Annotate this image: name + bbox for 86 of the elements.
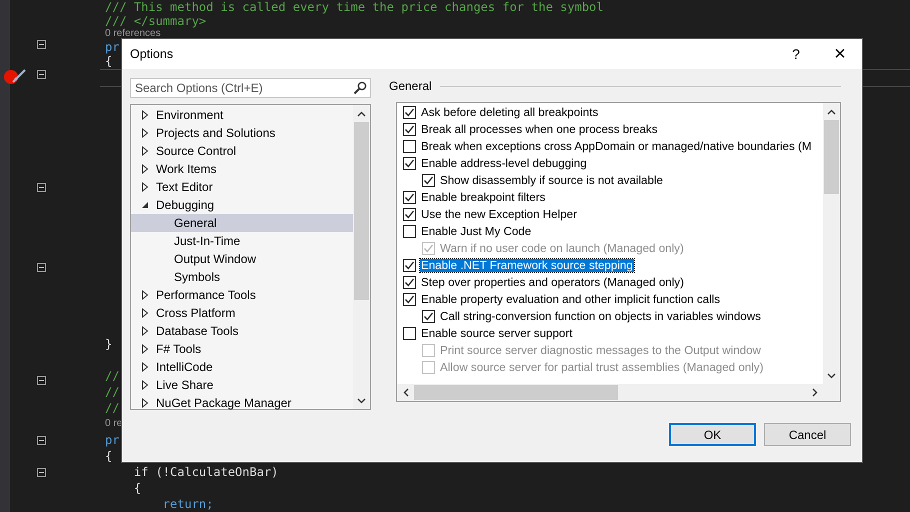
collapse-icon[interactable] (37, 40, 46, 49)
expanded-arrow-icon[interactable] (141, 200, 149, 210)
code-line: // (105, 384, 120, 400)
scroll-up-icon[interactable] (827, 108, 836, 114)
tree-item[interactable]: F# Tools (131, 340, 353, 358)
tree-item[interactable]: Source Control (131, 142, 353, 160)
option-label[interactable]: Step over properties and operators (Managed only) (420, 276, 685, 289)
option-label[interactable]: Break when exceptions cross AppDomain or managed/native boundaries (M (420, 140, 813, 153)
checkbox[interactable] (403, 293, 416, 306)
checkbox[interactable] (403, 191, 416, 204)
option-label[interactable]: Call string-conversion function on objects in variables windows (439, 310, 762, 323)
checkbox[interactable] (403, 276, 416, 289)
option-label[interactable]: Break all processes when one process breaks (420, 123, 659, 136)
checkbox[interactable] (403, 140, 416, 153)
code-line: pr (105, 40, 120, 54)
tree-item[interactable]: Output Window (131, 250, 353, 268)
option-label[interactable]: Enable address-level debugging (420, 157, 588, 170)
option-label[interactable]: Enable source server support (420, 327, 574, 340)
code-line: // (105, 400, 120, 416)
collapse-icon[interactable] (37, 183, 46, 192)
option-label[interactable]: Ask before deleting all breakpoints (420, 106, 600, 119)
tree-item[interactable]: Environment (131, 106, 353, 124)
tree-item[interactable]: General (131, 214, 353, 232)
collapse-icon[interactable] (37, 436, 46, 445)
scrollbar-thumb[interactable] (414, 385, 618, 400)
ok-button[interactable]: OK (669, 423, 756, 446)
code-line: 0 references (105, 28, 161, 40)
checkbox[interactable] (403, 157, 416, 170)
code-line: { (132, 480, 142, 496)
option-label[interactable]: Enable Just My Code (420, 225, 532, 238)
option-label[interactable]: Enable property evaluation and other implicit function calls (420, 293, 722, 306)
tree-item[interactable]: Just-In-Time (131, 232, 353, 250)
checkbox[interactable] (403, 225, 416, 238)
collapse-icon[interactable] (37, 468, 46, 477)
option-label[interactable]: Use the new Exception Helper (420, 208, 578, 221)
option-label[interactable]: Show disassembly if source is not available (439, 174, 664, 187)
tree-item[interactable]: IntelliCode (131, 358, 353, 376)
scrollbar[interactable] (397, 384, 840, 401)
code-line: return; (162, 496, 214, 512)
scroll-left-icon[interactable] (402, 388, 408, 397)
collapse-icon[interactable] (37, 263, 46, 272)
section-title: General (389, 79, 432, 93)
option-label[interactable]: Enable breakpoint filters (420, 191, 546, 204)
checkbox[interactable] (403, 123, 416, 136)
scroll-down-icon[interactable] (357, 398, 366, 404)
code-line: { (105, 54, 112, 68)
cancel-button[interactable]: Cancel (764, 423, 851, 446)
code-line: } (105, 336, 112, 352)
scroll-down-icon[interactable] (827, 372, 836, 378)
tree-item[interactable]: Debugging (131, 196, 353, 214)
code-line: { (105, 448, 112, 464)
checkbox[interactable] (422, 174, 435, 187)
scrollbar-thumb[interactable] (354, 122, 369, 300)
checkbox[interactable] (403, 259, 416, 272)
brush-icon (12, 69, 26, 83)
scrollbar-thumb[interactable] (824, 120, 839, 194)
tree-item[interactable]: Cross Platform (131, 304, 353, 322)
collapse-icon[interactable] (37, 376, 46, 385)
tree-item[interactable]: Text Editor (131, 178, 353, 196)
search-icon (353, 81, 367, 95)
checkbox[interactable] (403, 106, 416, 119)
collapse-icon[interactable] (37, 70, 46, 79)
code-line: if (!CalculateOnBar) (132, 464, 278, 480)
tree-item[interactable]: Work Items (131, 160, 353, 178)
checkbox[interactable] (403, 208, 416, 221)
code-line: pr (105, 432, 120, 448)
scrollbar[interactable] (353, 105, 370, 409)
help-button[interactable]: ? (774, 39, 818, 69)
tree-item[interactable]: Live Share (131, 376, 353, 394)
tree-item[interactable]: Projects and Solutions (131, 124, 353, 142)
close-button[interactable]: × (818, 39, 862, 69)
scrollbar[interactable] (823, 103, 840, 384)
scroll-right-icon[interactable] (812, 388, 818, 397)
tree-item[interactable]: NuGet Package Manager (131, 394, 353, 412)
scroll-up-icon[interactable] (357, 110, 366, 116)
tree-item[interactable]: Symbols (131, 268, 353, 286)
search-field[interactable]: Search Options (Ctrl+E) (130, 78, 371, 98)
option-label[interactable]: Enable .NET Framework source stepping (420, 259, 634, 272)
tree-item[interactable]: Database Tools (131, 322, 353, 340)
dialog-title: Options (130, 47, 174, 61)
code-line: /// </summary> (105, 14, 206, 28)
code-line: /// This method is called every time the price changes for the symbol (105, 0, 604, 14)
checkbox[interactable] (403, 327, 416, 340)
code-line: // (105, 368, 120, 384)
tree-item[interactable]: Performance Tools (131, 286, 353, 304)
checkbox[interactable] (422, 310, 435, 323)
